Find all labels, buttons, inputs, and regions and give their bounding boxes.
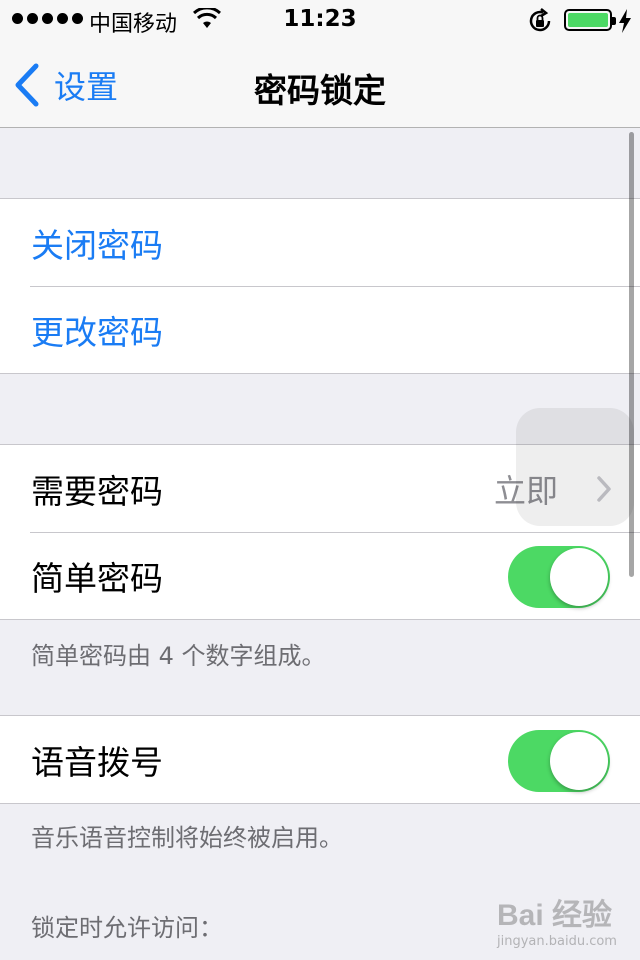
voice-dial-cell: 语音拨号 <box>0 716 640 803</box>
rotation-lock-icon <box>529 8 551 32</box>
screen: 中国移动 11:23 设置 密码锁定 关闭密码 更改密码 需要密码 立即 简单密… <box>0 0 640 960</box>
assistive-touch-button[interactable] <box>516 408 634 526</box>
simple-passcode-footnote: 简单密码由 4 个数字组成。 <box>31 642 326 670</box>
simple-passcode-label: 简单密码 <box>31 558 163 598</box>
simple-passcode-cell: 简单密码 <box>0 532 640 619</box>
passcode-actions-group: 关闭密码 更改密码 <box>0 198 640 374</box>
battery-icon <box>564 9 616 31</box>
voice-dial-footnote: 音乐语音控制将始终被启用。 <box>31 824 343 852</box>
voice-dial-group: 语音拨号 <box>0 715 640 804</box>
turn-off-passcode-cell[interactable]: 关闭密码 <box>0 199 640 286</box>
turn-off-passcode-label: 关闭密码 <box>31 225 163 265</box>
locked-access-header: 锁定时允许访问： <box>31 914 223 942</box>
require-passcode-label: 需要密码 <box>31 471 163 511</box>
charging-bolt-icon <box>619 9 631 33</box>
status-bar: 中国移动 11:23 <box>0 0 640 40</box>
page-title: 密码锁定 <box>254 71 386 110</box>
voice-dial-label: 语音拨号 <box>31 742 163 782</box>
baidu-watermark: Bai 经验 jingyan.baidu.com <box>497 890 637 960</box>
voice-dial-toggle[interactable] <box>508 730 610 792</box>
navigation-bar: 设置 密码锁定 <box>0 40 640 128</box>
watermark-url: jingyan.baidu.com <box>497 934 617 949</box>
change-passcode-label: 更改密码 <box>31 312 163 352</box>
simple-passcode-toggle[interactable] <box>508 546 610 608</box>
change-passcode-cell[interactable]: 更改密码 <box>0 286 640 373</box>
toggle-knob <box>550 548 608 606</box>
watermark-logo: Bai 经验 <box>497 899 613 932</box>
battery-fill <box>568 13 608 27</box>
toggle-knob <box>550 732 608 790</box>
